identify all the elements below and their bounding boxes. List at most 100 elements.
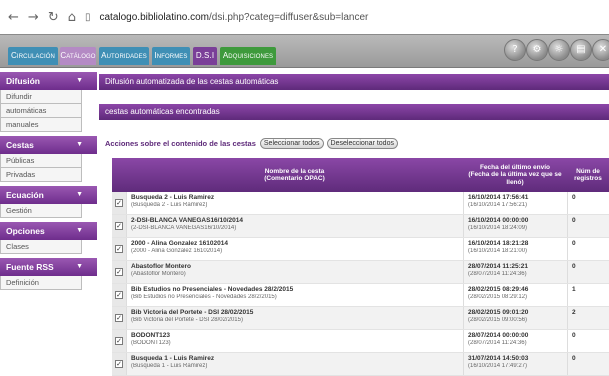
- select-all-button[interactable]: Seleccionar todos: [259, 137, 324, 149]
- sidebar-item-clases[interactable]: Clases: [0, 240, 82, 254]
- row-checkbox[interactable]: ✓: [115, 291, 123, 299]
- table-row: ✓ BODONT123 (BODONT123) 28/07/2014 00:00:00…: [112, 330, 609, 353]
- table-row: ✓ Busqueda 2 - Luis Ramirez (Busqueda 2 - …: [112, 192, 609, 215]
- row-checkbox[interactable]: ✓: [115, 337, 123, 345]
- url-host: catalogo.bibliolatino.com: [99, 11, 210, 23]
- table-row: ✓ Abastoflor Montero (Abastoflor Montero) 2…: [112, 261, 609, 284]
- record-count: 0: [567, 238, 609, 260]
- section-title: Cestas: [6, 140, 34, 150]
- settings-icon[interactable]: ⚙: [526, 39, 548, 61]
- row-checkbox[interactable]: ✓: [115, 222, 123, 230]
- sidebar-item-gestion[interactable]: Gestión: [0, 204, 82, 218]
- record-count: 0: [567, 353, 609, 375]
- last-filled-date: (28/02/2015 09:00:56): [468, 317, 528, 323]
- sidebar-section-fuente-rss[interactable]: Fuente RSS ▼: [0, 258, 97, 276]
- basket-comment: (Bib Estudios no Presenciales - Novedade…: [131, 294, 277, 300]
- basket-name[interactable]: Bib Victoria del Portete - DSI 28/02/201…: [131, 309, 459, 316]
- basket-comment: (Busqueda 2 - Luis Ramirez): [131, 202, 208, 208]
- chevron-down-icon[interactable]: ▼: [76, 186, 83, 204]
- sidebar-item-manuales[interactable]: manuales: [0, 118, 82, 132]
- row-checkbox-cell: ✓: [112, 353, 126, 375]
- chevron-down-icon[interactable]: ▼: [76, 222, 83, 240]
- home-icon[interactable]: ⌂: [68, 10, 76, 25]
- sidebar-item-definicion[interactable]: Definición: [0, 276, 82, 290]
- print-icon[interactable]: ▤: [570, 39, 592, 61]
- main-content: Difusión automatizada de las cestas auto…: [99, 68, 609, 376]
- basket-name[interactable]: BODONT123: [131, 332, 459, 339]
- sidebar-item-automaticas[interactable]: automáticas: [0, 104, 82, 118]
- section-title: Ecuación: [6, 190, 44, 200]
- table-row: ✓ Bib Victoria del Portete - DSI 28/02/20…: [112, 307, 609, 330]
- basket-name[interactable]: Abastoflor Montero: [131, 263, 459, 270]
- basket-comment: (BODONT123): [131, 340, 171, 346]
- row-checkbox[interactable]: ✓: [115, 314, 123, 322]
- chevron-down-icon[interactable]: ▼: [76, 258, 83, 276]
- last-sent-cell: 28/07/2014 00:00:00 (28/07/2014 11:24:36): [463, 330, 567, 352]
- basket-comment: (2000 - Alina Gonzalez 16102014): [131, 248, 223, 254]
- header-basket-name: Nombre de la cesta (Comentario OPAC): [264, 167, 325, 182]
- table-row: ✓ Bib Estudios no Presenciales - Novedade…: [112, 284, 609, 307]
- address-bar[interactable]: catalogo.bibliolatino.com/dsi.php?categ=…: [100, 12, 369, 23]
- basket-name-cell: Busqueda 2 - Luis Ramirez (Busqueda 2 - L…: [126, 192, 463, 214]
- deselect-all-button[interactable]: Deseleccionar todos: [326, 137, 398, 149]
- close-icon[interactable]: ✕: [592, 39, 609, 61]
- last-filled-date: (16/10/2014 18:24:09): [468, 225, 528, 231]
- tab-informes[interactable]: Informes: [152, 47, 190, 65]
- basket-name[interactable]: Busqueda 2 - Luis Ramirez: [131, 194, 459, 201]
- last-sent-date: 28/02/2015 09:01:20: [468, 309, 529, 316]
- help-icon[interactable]: ?: [504, 39, 526, 61]
- sidebar-section-opciones[interactable]: Opciones ▼: [0, 222, 97, 240]
- row-checkbox[interactable]: ✓: [115, 360, 123, 368]
- sidebar-item-privadas[interactable]: Privadas: [0, 168, 82, 182]
- basket-comment: (Bib Victoria del Portete - DSI 28/02/20…: [131, 317, 243, 323]
- sidebar-section-difusion[interactable]: Difusión ▼: [0, 72, 97, 90]
- reload-icon[interactable]: ↻: [48, 10, 59, 25]
- tab-adquisiciones[interactable]: Adquisiciones: [220, 47, 276, 65]
- sidebar-item-difundir[interactable]: Difundir: [0, 90, 82, 104]
- last-filled-date: (28/07/2014 11:24:36): [468, 271, 527, 277]
- baskets-table: Nombre de la cesta (Comentario OPAC) Fec…: [112, 158, 609, 376]
- row-checkbox[interactable]: ✓: [115, 245, 123, 253]
- basket-name[interactable]: 2000 - Alina Gonzalez 16102014: [131, 240, 459, 247]
- row-checkbox[interactable]: ✓: [115, 199, 123, 207]
- last-filled-date: (28/07/2014 11:24:36): [468, 340, 527, 346]
- language-icon[interactable]: ☼: [548, 39, 570, 61]
- row-checkbox-cell: ✓: [112, 192, 126, 214]
- basket-name-cell: BODONT123 (BODONT123): [126, 330, 463, 352]
- last-sent-date: 16/10/2014 00:00:00: [468, 217, 529, 224]
- row-checkbox-cell: ✓: [112, 215, 126, 237]
- chevron-down-icon[interactable]: ▼: [76, 72, 83, 90]
- record-count: 0: [567, 330, 609, 352]
- last-filled-date: (16/10/2014 17:56:21): [468, 202, 528, 208]
- record-count: 0: [567, 215, 609, 237]
- basket-name-cell: Bib Estudios no Presenciales - Novedades…: [126, 284, 463, 306]
- last-sent-date: 16/10/2014 18:21:28: [468, 240, 529, 247]
- basket-name-cell: 2-DSI-BLANCA VANEGAS16/10/2014 (2-DSI-BLA…: [126, 215, 463, 237]
- row-checkbox-cell: ✓: [112, 261, 126, 283]
- basket-name-cell: Bib Victoria del Portete - DSI 28/02/201…: [126, 307, 463, 329]
- tab-autoridades[interactable]: Autoridades: [99, 47, 149, 65]
- back-arrow-icon[interactable]: ←: [8, 10, 19, 25]
- tab-catalogo[interactable]: Catálogo: [60, 47, 96, 65]
- tab-circulacion[interactable]: Circulación: [8, 47, 58, 65]
- table-row: ✓ 2000 - Alina Gonzalez 16102014 (2000 - A…: [112, 238, 609, 261]
- sidebar-item-publicas[interactable]: Públicas: [0, 154, 82, 168]
- last-sent-date: 28/07/2014 00:00:00: [468, 332, 529, 339]
- sidebar-section-ecuacion[interactable]: Ecuación ▼: [0, 186, 97, 204]
- forward-arrow-icon[interactable]: →: [28, 10, 39, 25]
- section-title: Difusión: [6, 76, 40, 86]
- row-checkbox[interactable]: ✓: [115, 268, 123, 276]
- browser-bar: ← → ↻ ⌂ ▯ catalogo.bibliolatino.com/dsi.…: [0, 0, 609, 34]
- basket-name[interactable]: Bib Estudios no Presenciales - Novedades…: [131, 286, 459, 293]
- tab-dsi[interactable]: D.S.I: [193, 47, 217, 65]
- basket-name[interactable]: 2-DSI-BLANCA VANEGAS16/10/2014: [131, 217, 459, 224]
- record-count: 0: [567, 261, 609, 283]
- sidebar-section-cestas[interactable]: Cestas ▼: [0, 136, 97, 154]
- basket-name[interactable]: Busqueda 1 - Luis Ramirez: [131, 355, 459, 362]
- last-sent-cell: 31/07/2014 14:50:03 (16/10/2014 17:49:27): [463, 353, 567, 375]
- last-sent-date: 31/07/2014 14:50:03: [468, 355, 529, 362]
- last-filled-date: (16/10/2014 18:21:00): [468, 248, 528, 254]
- page-title: Difusión automatizada de las cestas auto…: [99, 74, 609, 90]
- last-sent-cell: 16/10/2014 00:00:00 (16/10/2014 18:24:09): [463, 215, 567, 237]
- chevron-down-icon[interactable]: ▼: [76, 136, 83, 154]
